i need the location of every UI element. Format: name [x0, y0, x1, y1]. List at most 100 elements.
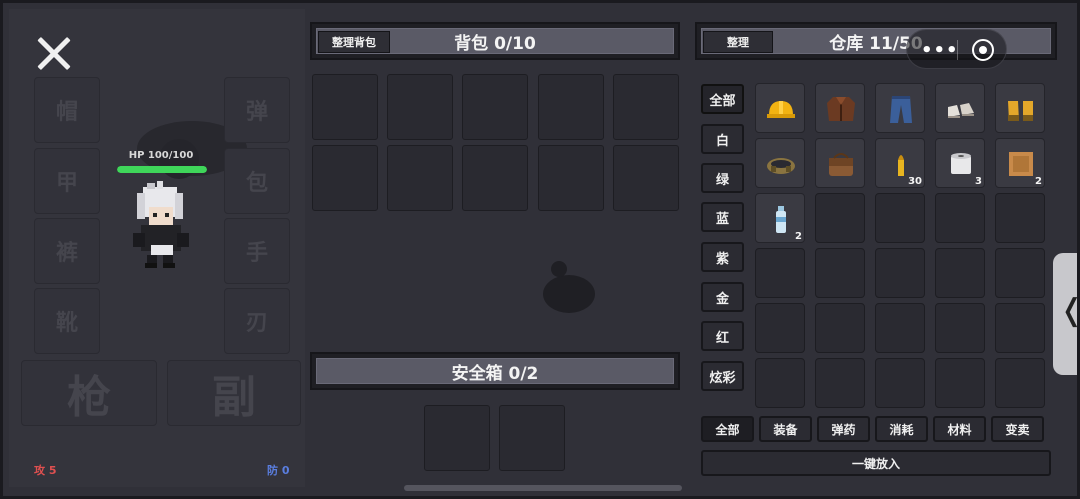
- safebox-slot[interactable]: [499, 405, 565, 471]
- slot-gun-label: 枪: [67, 372, 111, 423]
- backpack-slot[interactable]: [312, 145, 378, 211]
- warehouse-slot[interactable]: [755, 248, 805, 298]
- backpack-slot[interactable]: [613, 145, 679, 211]
- category-tab-equipment[interactable]: 装备: [759, 416, 812, 442]
- slot-blade-label: 刃: [245, 311, 268, 336]
- sort-warehouse-button[interactable]: 整理: [703, 31, 773, 53]
- slot-vest[interactable]: 甲: [34, 148, 100, 214]
- warehouse-item-water-bottle[interactable]: 2: [755, 193, 805, 243]
- biscuit-icon: [1009, 152, 1033, 176]
- warehouse-slot[interactable]: [875, 358, 925, 408]
- slot-boots-label: 靴: [55, 311, 78, 336]
- character-avatar: [133, 181, 189, 268]
- category-tab-consumables[interactable]: 消耗: [875, 416, 928, 442]
- defense-stat: 防 0: [267, 464, 290, 477]
- attack-stat: 攻 5: [34, 464, 57, 477]
- backpack-slot[interactable]: [538, 74, 604, 140]
- warehouse-slot[interactable]: [815, 193, 865, 243]
- warehouse-slot[interactable]: [995, 358, 1045, 408]
- sort-backpack-button[interactable]: 整理背包: [318, 31, 390, 53]
- close-button[interactable]: [35, 35, 73, 73]
- warehouse-item-sneakers[interactable]: [935, 83, 985, 133]
- warehouse-slot[interactable]: [755, 303, 805, 353]
- rarity-tab-white[interactable]: 白: [701, 124, 744, 154]
- sneakers-icon: [948, 103, 974, 118]
- satchel-icon: [829, 153, 853, 176]
- warehouse-slot[interactable]: [875, 303, 925, 353]
- slot-gun[interactable]: 枪: [21, 360, 157, 426]
- hp-bar: [117, 166, 207, 173]
- slot-hand-label: 手: [245, 241, 268, 266]
- put-all-button[interactable]: 一键放入: [701, 450, 1051, 476]
- warehouse-slot[interactable]: [995, 248, 1045, 298]
- side-drawer-tab[interactable]: ❬: [1053, 253, 1077, 375]
- item-quantity: 3: [975, 176, 982, 187]
- jacket-icon: [827, 97, 855, 121]
- warehouse-item-satchel[interactable]: [815, 138, 865, 188]
- warehouse-slot[interactable]: [815, 248, 865, 298]
- slot-secondary-label: 副: [212, 372, 256, 423]
- warehouse-item-bandage-roll[interactable]: 3: [935, 138, 985, 188]
- warehouse-slot[interactable]: [935, 193, 985, 243]
- hp-bar-fill: [117, 166, 207, 173]
- rarity-tab-red[interactable]: 红: [701, 321, 744, 351]
- backpack-header: 背包 0/10 整理背包: [310, 22, 680, 60]
- warehouse-item-leather-jacket[interactable]: [815, 83, 865, 133]
- slot-ammo[interactable]: 弹: [224, 77, 290, 143]
- warehouse-slot[interactable]: [995, 303, 1045, 353]
- slot-secondary[interactable]: 副: [167, 360, 301, 426]
- safebox-header: 安全箱 0/2: [310, 352, 680, 390]
- mini-program-capsule: •••: [906, 29, 1007, 69]
- rarity-tab-all[interactable]: 全部: [701, 84, 744, 114]
- warehouse-item-bullet[interactable]: 30: [875, 138, 925, 188]
- slot-boots[interactable]: 靴: [34, 288, 100, 354]
- backpack-slot[interactable]: [613, 74, 679, 140]
- chevron-left-icon: ❬: [1059, 293, 1077, 328]
- safebox-slot[interactable]: [424, 405, 490, 471]
- item-quantity: 30: [908, 176, 922, 187]
- warehouse-slot[interactable]: [935, 248, 985, 298]
- warehouse-slot[interactable]: [875, 193, 925, 243]
- rarity-tab-purple[interactable]: 紫: [701, 242, 744, 272]
- slot-hand[interactable]: 手: [224, 218, 290, 284]
- rarity-tab-green[interactable]: 绿: [701, 163, 744, 193]
- category-tab-ammo[interactable]: 弹药: [817, 416, 870, 442]
- more-button[interactable]: •••: [921, 40, 959, 61]
- bandage-roll-icon: [951, 153, 971, 174]
- rarity-tab-gold[interactable]: 金: [701, 282, 744, 312]
- item-quantity: 2: [795, 231, 802, 242]
- rarity-tab-rainbow[interactable]: 炫彩: [701, 361, 744, 391]
- warehouse-slot[interactable]: [935, 358, 985, 408]
- backpack-slot[interactable]: [538, 145, 604, 211]
- warehouse-slot[interactable]: [815, 303, 865, 353]
- jeans-icon: [890, 96, 912, 123]
- category-tab-all[interactable]: 全部: [701, 416, 754, 442]
- warehouse-slot[interactable]: [995, 193, 1045, 243]
- warehouse-item-hard-hat[interactable]: [755, 83, 805, 133]
- warehouse-slot[interactable]: [935, 303, 985, 353]
- category-tab-sell[interactable]: 变卖: [991, 416, 1044, 442]
- warehouse-slot[interactable]: [755, 358, 805, 408]
- backpack-slot[interactable]: [387, 74, 453, 140]
- rarity-tab-blue[interactable]: 蓝: [701, 202, 744, 232]
- slot-pants[interactable]: 裤: [34, 218, 100, 284]
- warehouse-item-gloves[interactable]: [995, 83, 1045, 133]
- slot-blade[interactable]: 刃: [224, 288, 290, 354]
- warehouse-slot[interactable]: [815, 358, 865, 408]
- warehouse-item-belt[interactable]: [755, 138, 805, 188]
- backpack-slot[interactable]: [387, 145, 453, 211]
- backpack-slot[interactable]: [462, 74, 528, 140]
- exit-target-button[interactable]: [972, 39, 994, 61]
- warehouse-item-biscuit[interactable]: 2: [995, 138, 1045, 188]
- hp-text: HP 100/100: [128, 150, 194, 161]
- warehouse-slot[interactable]: [875, 248, 925, 298]
- slot-bag[interactable]: 包: [224, 148, 290, 214]
- warehouse-item-jeans[interactable]: [875, 83, 925, 133]
- capsule-divider: [957, 40, 958, 60]
- category-tab-materials[interactable]: 材料: [933, 416, 986, 442]
- slot-hat[interactable]: 帽: [34, 77, 100, 143]
- slot-hat-label: 帽: [55, 100, 78, 125]
- backpack-slot[interactable]: [462, 145, 528, 211]
- backpack-slot[interactable]: [312, 74, 378, 140]
- item-quantity: 2: [1035, 176, 1042, 187]
